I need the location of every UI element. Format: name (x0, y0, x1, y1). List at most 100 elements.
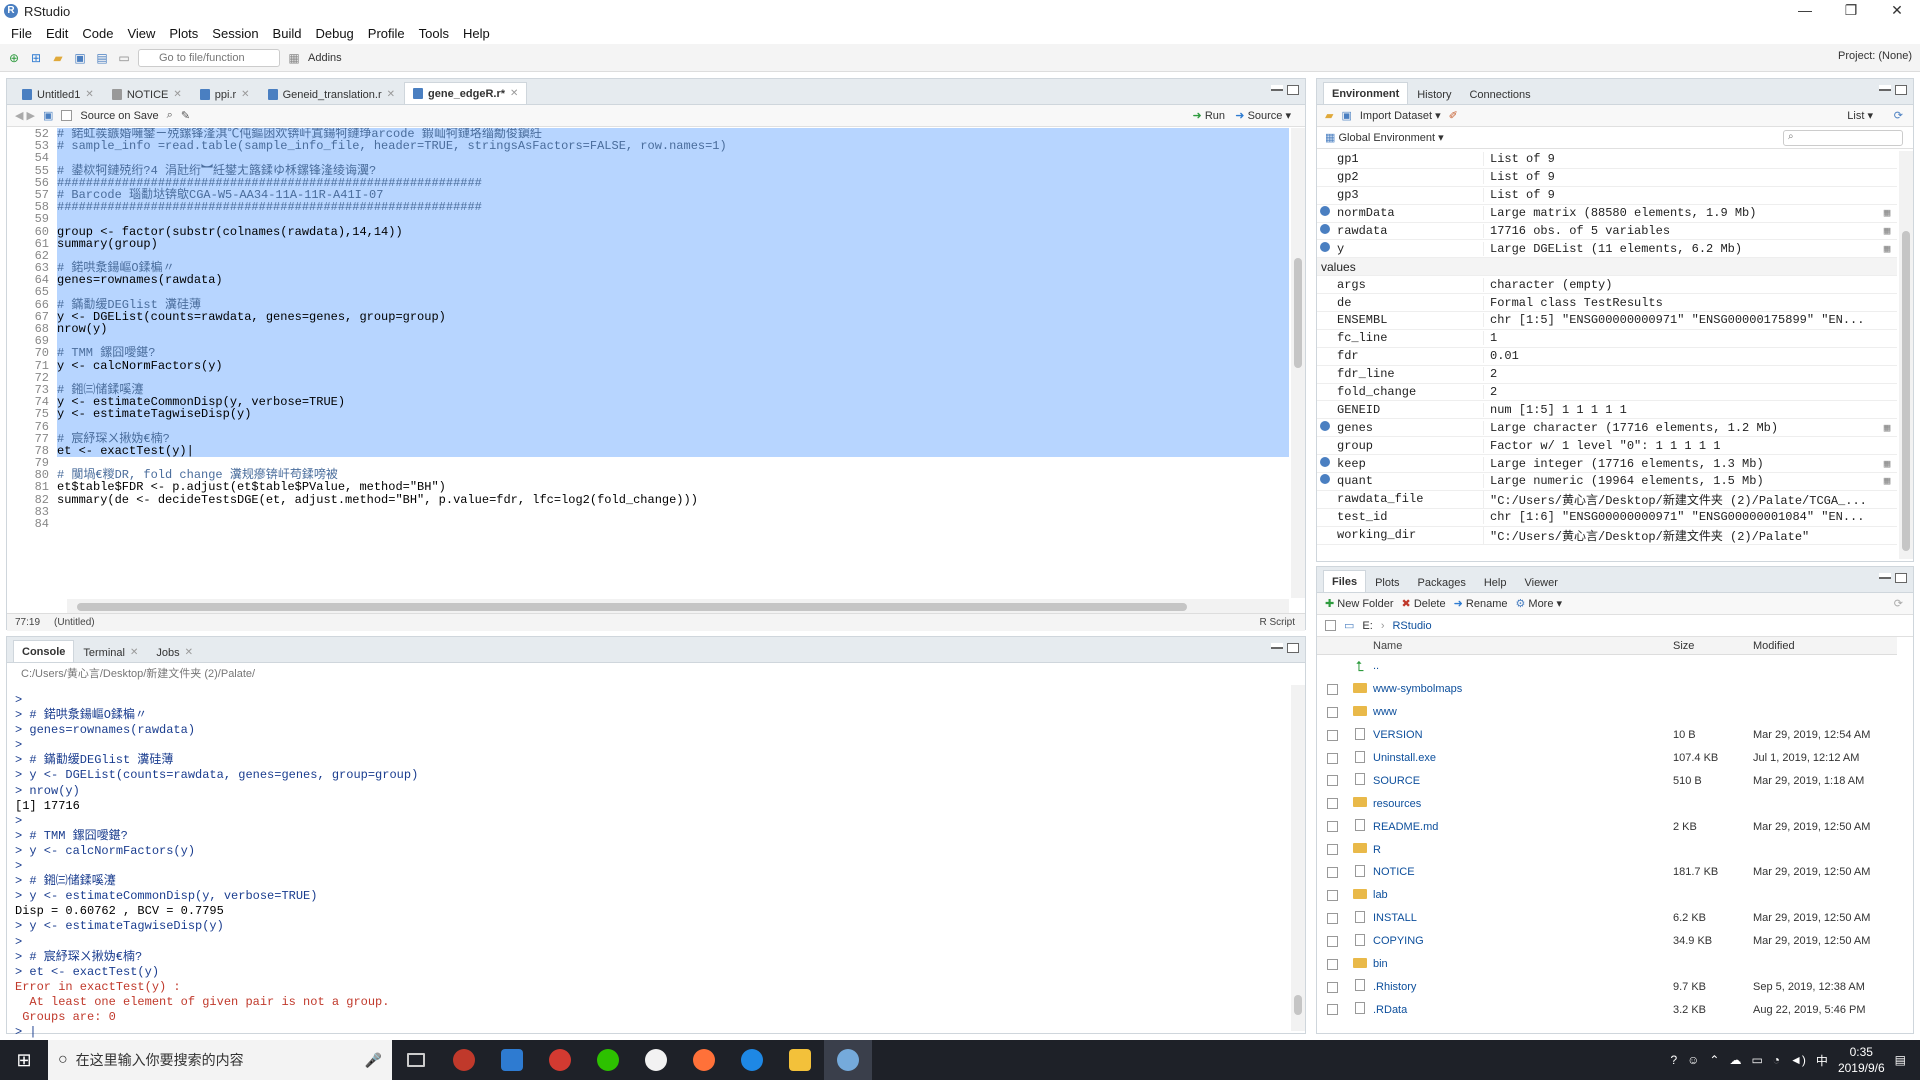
new-project-icon[interactable]: ⊞ (28, 50, 44, 66)
env-vscrollbar[interactable] (1899, 151, 1913, 559)
firefox-icon[interactable] (680, 1040, 728, 1080)
tab-jobs[interactable]: Jobs ✕ (147, 642, 202, 662)
file-checkbox[interactable] (1326, 889, 1338, 901)
env-variable-row[interactable]: fdr_line 2 (1317, 366, 1897, 384)
file-name[interactable]: bin (1373, 958, 1673, 970)
code-line[interactable]: 68 nrow(y) (7, 323, 1289, 335)
tab-console[interactable]: Console (13, 640, 75, 662)
editor-vscrollbar[interactable] (1291, 128, 1305, 598)
maximize-button[interactable]: ❐ (1828, 0, 1874, 22)
file-row[interactable]: www (1317, 701, 1897, 724)
open-file-icon[interactable]: ▰ (50, 50, 66, 66)
file-row[interactable]: www-symbolmaps (1317, 678, 1897, 701)
file-checkbox[interactable] (1326, 798, 1338, 810)
code-line[interactable]: 78 et <- exactTest(y)| (7, 445, 1289, 457)
file-checkbox[interactable] (1326, 706, 1338, 718)
env-variable-row[interactable]: fdr 0.01 (1317, 348, 1897, 366)
global-environment-selector[interactable]: ▦ Global Environment ▾ (1325, 131, 1444, 144)
close-button[interactable]: ✕ (1874, 0, 1920, 22)
list-view-button[interactable]: List ▾ (1847, 109, 1873, 122)
tab-notice[interactable]: NOTICE ✕ (103, 84, 191, 104)
code-line[interactable]: 82 summary(de <- decideTestsDGE(et, adjus… (7, 493, 1289, 506)
file-row[interactable]: NOTICE 181.7 KB Mar 29, 2019, 12:50 AM (1317, 861, 1897, 884)
file-name[interactable]: .Rhistory (1373, 981, 1673, 993)
app-icon-red[interactable] (440, 1040, 488, 1080)
code-line[interactable]: 58 ######################################… (7, 201, 1289, 213)
menu-plots[interactable]: Plots (162, 26, 205, 41)
file-name[interactable]: lab (1373, 889, 1673, 901)
environment-search-input[interactable]: ⌕ (1783, 129, 1903, 146)
wand-icon[interactable]: ✎ (181, 109, 190, 122)
console-vscrollbar[interactable] (1291, 685, 1305, 1031)
close-tab-icon[interactable]: ✕ (85, 89, 93, 100)
file-name[interactable]: Uninstall.exe (1373, 752, 1673, 764)
tab-gene-edger[interactable]: gene_edgeR.r* ✕ (404, 82, 528, 104)
env-vscroll-thumb[interactable] (1902, 231, 1910, 551)
file-row[interactable]: INSTALL 6.2 KB Mar 29, 2019, 12:50 AM (1317, 907, 1897, 930)
file-name[interactable]: R (1373, 844, 1673, 856)
expand-icon[interactable] (1317, 456, 1333, 471)
file-name[interactable]: .. (1373, 660, 1673, 672)
file-row[interactable]: bin (1317, 953, 1897, 976)
file-name[interactable]: SOURCE (1373, 775, 1673, 787)
file-row[interactable]: README.md 2 KB Mar 29, 2019, 12:50 AM (1317, 815, 1897, 838)
cloud-icon[interactable]: ☁ (1729, 1053, 1741, 1067)
expand-icon[interactable] (1317, 474, 1333, 488)
tab-terminal[interactable]: Terminal ✕ (74, 642, 147, 662)
env-variable-row[interactable]: gp3 List of 9 (1317, 187, 1897, 205)
search-icon[interactable]: ⌕ (167, 109, 173, 122)
file-name[interactable]: www (1373, 706, 1673, 718)
minimize-pane-icon[interactable] (1879, 85, 1891, 91)
env-variable-row[interactable]: fold_change 2 (1317, 384, 1897, 402)
file-row[interactable]: lab (1317, 884, 1897, 907)
tab-packages[interactable]: Packages (1409, 572, 1475, 592)
tab-history[interactable]: History (1408, 84, 1460, 104)
close-tab-icon[interactable]: ✕ (173, 89, 181, 100)
save-workspace-icon[interactable]: ▣ (1341, 109, 1351, 122)
show-hidden-icons[interactable]: ⌃ (1709, 1053, 1719, 1067)
code-line[interactable]: 59 (7, 213, 1289, 226)
menu-session[interactable]: Session (205, 26, 265, 41)
file-row[interactable]: COPYING 34.9 KB Mar 29, 2019, 12:50 AM (1317, 930, 1897, 953)
column-modified[interactable]: Modified (1753, 640, 1897, 652)
volume-icon[interactable]: ◄) (1790, 1053, 1806, 1067)
minimize-button[interactable]: — (1782, 0, 1828, 22)
minimize-pane-icon[interactable] (1271, 85, 1283, 91)
file-name[interactable]: INSTALL (1373, 912, 1673, 924)
import-dataset-button[interactable]: Import Dataset ▾ (1360, 109, 1441, 122)
edge-icon[interactable] (728, 1040, 776, 1080)
file-name[interactable]: .RData (1373, 1004, 1673, 1016)
network-icon[interactable]: ◔ (1773, 1053, 1780, 1067)
broom-icon[interactable]: ✐ (1449, 109, 1458, 122)
menu-view[interactable]: View (120, 26, 162, 41)
save-icon[interactable]: ▣ (43, 109, 53, 122)
file-row[interactable]: VERSION 10 B Mar 29, 2019, 12:54 AM (1317, 724, 1897, 747)
env-variable-row[interactable]: keep Large integer (17716 elements, 1.3 M… (1317, 455, 1897, 474)
menu-build[interactable]: Build (266, 26, 309, 41)
code-line[interactable]: 76 (7, 420, 1289, 433)
editor-hscrollbar[interactable] (67, 599, 1289, 613)
file-row[interactable]: ⮤.. (1317, 655, 1897, 678)
select-all-checkbox[interactable] (1325, 620, 1336, 631)
new-file-icon[interactable]: ⊕ (6, 50, 22, 66)
menu-tools[interactable]: Tools (412, 26, 456, 41)
file-explorer-icon[interactable] (776, 1040, 824, 1080)
rstudio-taskbar-icon[interactable] (824, 1040, 872, 1080)
code-line[interactable]: 72 (7, 372, 1289, 384)
run-button[interactable]: ➜ Run (1193, 109, 1225, 122)
code-line[interactable]: 81 et$table$FDR <- p.adjust(et$table$PVal… (7, 481, 1289, 494)
microphone-icon[interactable]: 🎤 (365, 1052, 382, 1069)
menu-file[interactable]: File (4, 26, 39, 41)
wechat-icon[interactable] (584, 1040, 632, 1080)
maximize-pane-icon[interactable] (1287, 85, 1299, 95)
code-line[interactable]: 71 y <- calcNormFactors(y) (7, 359, 1289, 372)
code-line[interactable]: 75 y <- estimateTagwiseDisp(y) (7, 408, 1289, 421)
env-variable-row[interactable]: GENEID num [1:5] 1 1 1 1 1 (1317, 401, 1897, 420)
source-button[interactable]: ➜ Source ▾ (1235, 109, 1291, 122)
env-variable-row[interactable]: y Large DGEList (11 elements, 6.2 Mb) ▦ (1317, 240, 1897, 259)
file-checkbox[interactable] (1326, 981, 1338, 993)
tab-geneid-translation[interactable]: Geneid_translation.r ✕ (259, 84, 404, 104)
source-on-save-checkbox[interactable] (61, 110, 73, 121)
env-variable-row[interactable]: quant Large numeric (19964 elements, 1.5 … (1317, 473, 1897, 491)
file-checkbox[interactable] (1326, 821, 1338, 833)
